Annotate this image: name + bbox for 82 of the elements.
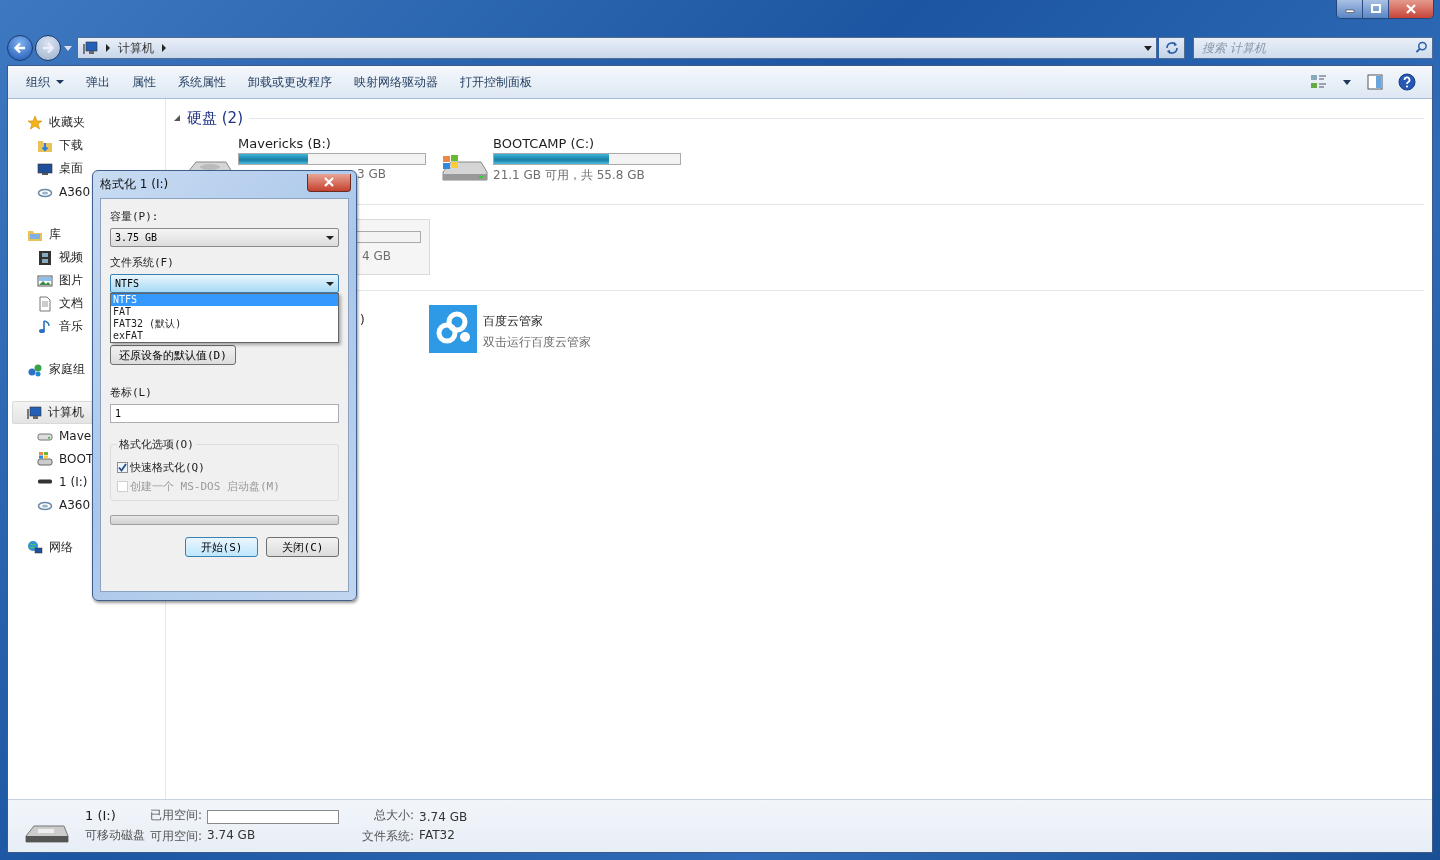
toolbar-button[interactable]: 打开控制面板: [450, 69, 542, 95]
monitor-icon: [37, 160, 53, 177]
field-value: FAT32: [419, 828, 456, 842]
toolbar-button[interactable]: 映射网络驱动器: [344, 69, 448, 95]
toolbar-button[interactable]: 弹出: [76, 69, 120, 95]
dropdown-option[interactable]: FAT: [111, 306, 338, 318]
close-button[interactable]: [307, 173, 351, 192]
picture-icon: [37, 272, 53, 289]
toolbar-button[interactable]: 系统属性: [168, 69, 236, 95]
partial-text: ): [360, 313, 365, 327]
back-button[interactable]: [7, 35, 33, 61]
close-icon: [1406, 4, 1416, 14]
refresh-button[interactable]: [1159, 37, 1185, 59]
field-label: 可用空间:: [150, 828, 203, 845]
drive-space-text: 4 GB: [361, 249, 392, 263]
app-description: 双击运行百度云管家: [482, 334, 591, 351]
dialog-button[interactable]: 开始(S): [185, 537, 258, 557]
field-label: 文件系统:: [362, 828, 415, 845]
windows-drive-icon: [37, 450, 53, 467]
breadcrumb[interactable]: 计算机: [118, 39, 154, 57]
drive-type: 可移动磁盘: [85, 827, 145, 844]
volume-label-field[interactable]: 1: [110, 404, 339, 423]
maximize-button[interactable]: [1363, 0, 1389, 18]
restore-defaults-button[interactable]: 还原设备的默认值(D): [110, 345, 236, 365]
field-label: 文件系统(F): [110, 255, 175, 270]
drive-space-text: 3 GB: [356, 167, 386, 181]
network-icon: [27, 539, 43, 556]
caret-icon: [56, 79, 64, 85]
document-icon: [37, 295, 53, 312]
computer-icon: [82, 40, 98, 56]
capacity-dropdown[interactable]: 3.75 GB: [110, 228, 339, 247]
toolbar-button[interactable]: 组织: [16, 69, 74, 95]
toolbar-button[interactable]: 属性: [122, 69, 166, 95]
chevron-icon: [104, 44, 112, 52]
field-value: 3.74 GB: [207, 828, 257, 842]
drive-tile[interactable]: 4 GB: [356, 219, 430, 275]
field-value: 3.74 GB: [419, 810, 468, 824]
forward-arrow-icon: [41, 41, 55, 55]
app-name[interactable]: 百度云管家: [482, 313, 591, 330]
forward-button[interactable]: [35, 35, 61, 61]
refresh-icon: [1164, 41, 1179, 55]
collapse-icon[interactable]: [174, 115, 181, 122]
chevron-icon[interactable]: [160, 44, 168, 52]
minimize-button[interactable]: [1337, 0, 1363, 18]
field-label: 总大小:: [374, 807, 415, 824]
computer-icon: [26, 404, 42, 421]
maximize-icon: [1370, 4, 1381, 14]
dropdown-option[interactable]: FAT32 (默认): [111, 318, 338, 330]
sidebar-item[interactable]: A360: [8, 493, 161, 516]
film-icon: [37, 249, 53, 266]
close-button[interactable]: [1389, 0, 1433, 18]
search-icon: [1415, 41, 1428, 54]
drive-name: 1 (I:): [85, 808, 117, 823]
field-label: 卷标(L): [110, 385, 153, 400]
star-icon: [27, 114, 43, 131]
toolbar-button[interactable]: 卸载或更改程序: [238, 69, 342, 95]
dropdown-caret-icon[interactable]: [1144, 44, 1152, 52]
dialog-title: 格式化 1 (I:): [100, 176, 169, 193]
section-title: 硬盘 (2): [187, 109, 243, 128]
checkbox-box[interactable]: [117, 462, 128, 473]
cloud-app-icon[interactable]: [428, 305, 477, 353]
search-field[interactable]: 搜索 计算机: [1193, 37, 1433, 59]
music-note-icon: [37, 318, 53, 335]
checkbox[interactable]: 快速格式化(Q): [117, 460, 332, 475]
sidebar-item[interactable]: 网络: [8, 536, 161, 559]
caret-icon: [326, 280, 334, 287]
usb-drive-icon: [38, 479, 52, 484]
dialog-button[interactable]: 关闭(C): [266, 537, 339, 557]
drive-space-text: 21.1 GB 可用，共 55.8 GB: [493, 167, 646, 184]
field-label: 已用空间:: [150, 807, 203, 824]
drive-name[interactable]: Mavericks (B:): [238, 136, 426, 151]
drive-name[interactable]: BOOTCAMP (C:): [493, 136, 681, 151]
group-title: 格式化选项(O): [118, 437, 195, 452]
sidebar-item[interactable]: 收藏夹: [8, 111, 161, 134]
caret-icon: [326, 234, 334, 241]
close-icon: [324, 177, 334, 187]
address-bar[interactable]: 计算机: [77, 37, 1157, 59]
back-arrow-icon: [13, 41, 27, 55]
file-system-dropdown[interactable]: NTFS: [110, 274, 339, 293]
field-label: 容量(P):: [110, 209, 160, 224]
sidebar-item[interactable]: 下载: [8, 134, 161, 157]
dropdown-option[interactable]: exFAT: [111, 330, 338, 342]
